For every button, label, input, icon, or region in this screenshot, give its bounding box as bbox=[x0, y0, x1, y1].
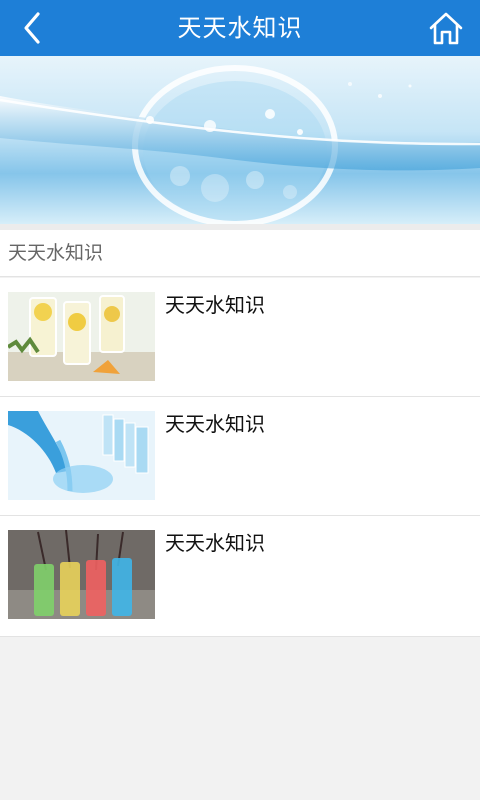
list-item[interactable]: 天天水知识 bbox=[0, 397, 480, 516]
section-heading: 天天水知识 bbox=[0, 230, 480, 277]
list-item[interactable]: 天天水知识 bbox=[0, 516, 480, 637]
pouring-water-thumbnail bbox=[8, 411, 155, 500]
colorful-drinks-image bbox=[8, 530, 155, 619]
pouring-water-image bbox=[8, 411, 155, 500]
lemon-water-thumbnail bbox=[8, 292, 155, 381]
page-title: 天天水知识 bbox=[177, 14, 303, 42]
item-title: 天天水知识 bbox=[165, 531, 265, 555]
app-screen: 天天水知识 天天水知识 天天水知识 天天水知识 天天水知识 bbox=[0, 0, 480, 800]
water-splash-illustration bbox=[0, 56, 480, 224]
item-title: 天天水知识 bbox=[165, 412, 265, 436]
lemon-water-image bbox=[8, 292, 155, 381]
list-item[interactable]: 天天水知识 bbox=[0, 278, 480, 397]
home-icon bbox=[429, 12, 463, 45]
top-bar: 天天水知识 bbox=[0, 0, 480, 56]
colorful-drinks-thumbnail bbox=[8, 530, 155, 619]
banner-image[interactable] bbox=[0, 56, 480, 224]
home-button[interactable] bbox=[426, 10, 466, 46]
article-list: 天天水知识 天天水知识 天天水知识 bbox=[0, 278, 480, 637]
item-title: 天天水知识 bbox=[165, 293, 265, 317]
